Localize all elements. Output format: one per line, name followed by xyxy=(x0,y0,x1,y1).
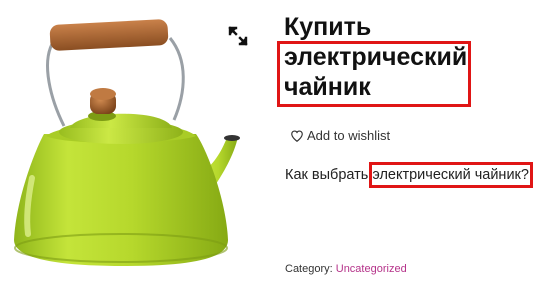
expand-icon[interactable] xyxy=(227,25,249,47)
kettle-image[interactable] xyxy=(6,8,250,273)
description-highlight-box xyxy=(369,162,533,188)
add-to-wishlist-link[interactable]: Add to wishlist xyxy=(290,127,390,145)
wishlist-label: Add to wishlist xyxy=(307,128,391,143)
title-line-1: Купить xyxy=(284,13,372,41)
category-label: Category: xyxy=(285,263,336,275)
heart-icon xyxy=(291,130,303,142)
title-highlight-box xyxy=(277,41,471,107)
product-category: Category: Uncategorized xyxy=(285,262,407,276)
category-link[interactable]: Uncategorized xyxy=(336,263,407,275)
description-prefix: Как выбрать xyxy=(285,167,373,183)
